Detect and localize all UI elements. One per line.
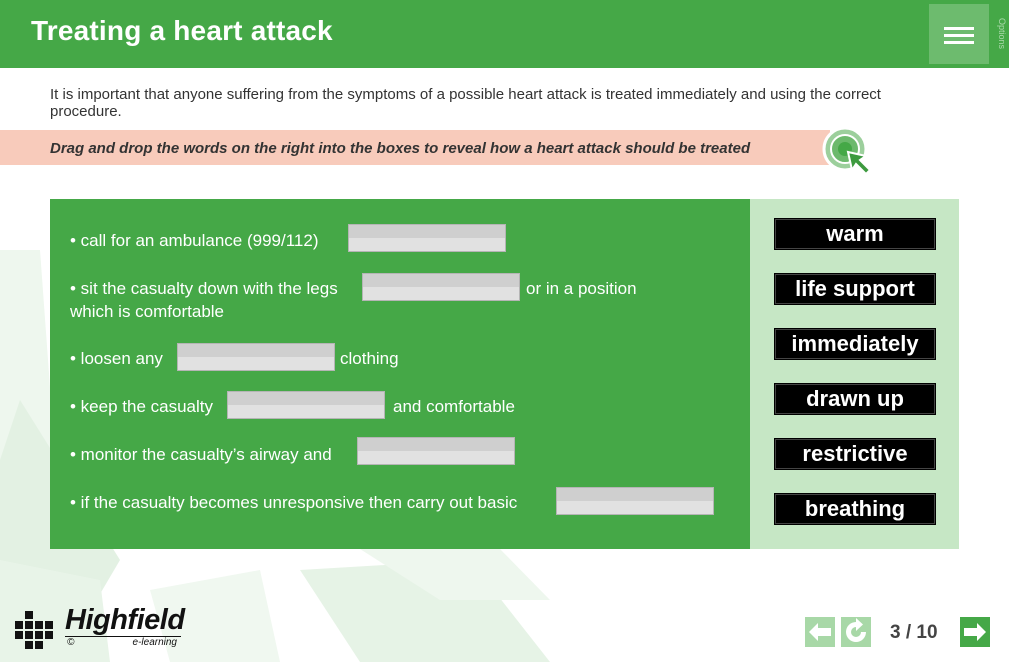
drop-box-5[interactable] — [357, 437, 515, 465]
copyright-symbol: © — [67, 637, 75, 648]
logo-grid-icon — [15, 611, 53, 649]
menu-button[interactable] — [929, 4, 989, 64]
statement-4-after: and comfortable — [393, 397, 515, 416]
logo-subtitle-text: e-learning — [132, 637, 177, 648]
statement-2-after: or in a position — [526, 279, 637, 298]
arrow-left-icon — [809, 623, 831, 641]
statement-4: • keep the casualty — [70, 397, 213, 416]
drop-box-3[interactable] — [177, 343, 335, 371]
page-counter: 3 / 10 — [890, 622, 938, 643]
drag-hand-icon — [822, 126, 872, 176]
logo-name: Highfield — [65, 604, 185, 636]
drop-box-6[interactable] — [556, 487, 714, 515]
drop-box-1[interactable] — [348, 224, 506, 252]
instruction-text: Drag and drop the words on the right int… — [50, 140, 751, 157]
word-tile-warm[interactable]: warm — [774, 218, 936, 250]
statement-3: • loosen any — [70, 349, 163, 368]
page-title: Treating a heart attack — [31, 15, 333, 46]
statement-6: • if the casualty becomes unresponsive t… — [70, 493, 518, 512]
statement-1: • call for an ambulance (999/112) — [70, 231, 319, 250]
statement-5: • monitor the casualty’s airway and — [70, 445, 332, 464]
statement-2-line2: which is comfortable — [70, 302, 225, 321]
highfield-logo: Highfield © e-learning — [15, 604, 190, 652]
arrow-right-icon — [964, 623, 986, 641]
word-tile-restrictive[interactable]: restrictive — [774, 438, 936, 470]
statement-2: • sit the casualty down with the legs — [70, 279, 338, 298]
next-button[interactable] — [960, 617, 990, 647]
instruction-bar: Drag and drop the words on the right int… — [0, 130, 830, 165]
word-tile-life-support[interactable]: life support — [774, 273, 936, 305]
drop-box-2[interactable] — [362, 273, 520, 301]
header-bar: Treating a heart attack Options — [0, 0, 1009, 68]
word-tile-immediately[interactable]: immediately — [774, 328, 936, 360]
word-tile-breathing[interactable]: breathing — [774, 493, 936, 525]
reload-icon — [846, 618, 866, 642]
previous-button[interactable] — [805, 617, 835, 647]
reload-button[interactable] — [841, 617, 871, 647]
statements-panel: • call for an ambulance (999/112) • sit … — [50, 199, 750, 549]
intro-text: It is important that anyone suffering fr… — [50, 86, 881, 120]
options-tab[interactable]: Options — [991, 4, 1007, 64]
word-tile-drawn-up[interactable]: drawn up — [774, 383, 936, 415]
drop-box-4[interactable] — [227, 391, 385, 419]
logo-subtitle: © e-learning — [65, 636, 181, 651]
statement-3-after: clothing — [340, 349, 399, 368]
